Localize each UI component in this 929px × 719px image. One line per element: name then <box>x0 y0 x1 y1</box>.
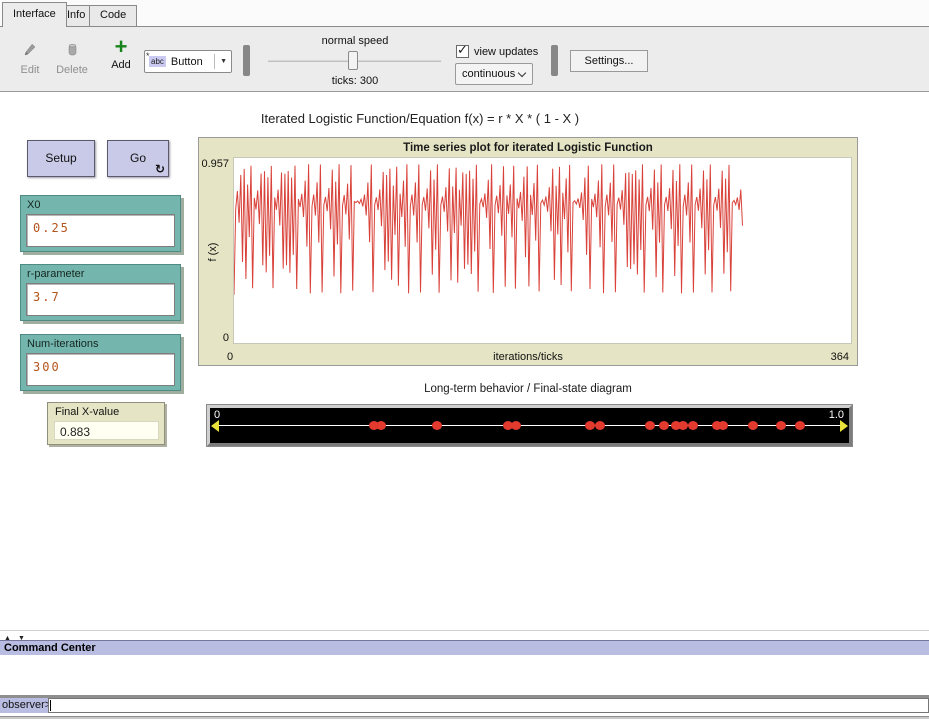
go-label: Go <box>130 151 146 165</box>
input-label: r-parameter <box>27 268 84 280</box>
attractor-dot <box>776 421 786 430</box>
forever-icon: ↻ <box>155 163 165 175</box>
attractor-dot <box>585 421 595 430</box>
delete-label: Delete <box>50 64 94 76</box>
chevron-down-icon <box>518 69 526 77</box>
attractor-dot <box>748 421 758 430</box>
final-x-monitor: Final X-value 0.883 <box>47 402 165 445</box>
x0-input[interactable]: 0.25 <box>26 214 175 247</box>
button-widget-icon: *abc <box>149 56 166 67</box>
y-axis-title: f (x) <box>207 232 219 272</box>
update-mode-value: continuous <box>462 68 515 80</box>
input-widget-x0: X0 0.25 <box>20 195 181 252</box>
tab-bar: Interface Info Code <box>0 0 929 27</box>
chevron-down-icon: ▼ <box>214 54 227 69</box>
edit-label: Edit <box>8 64 52 76</box>
speed-slider-handle[interactable] <box>348 51 358 70</box>
toolbar-separator <box>243 45 250 76</box>
attractor-dot <box>645 421 655 430</box>
widget-type-selected: Button <box>171 56 203 68</box>
monitor-label: Final X-value <box>55 406 119 418</box>
widget-type-dropdown[interactable]: *abc Button ▼ <box>144 50 232 73</box>
tab-code[interactable]: Code <box>89 5 137 27</box>
add-button[interactable]: + Add <box>99 39 143 71</box>
y-axis-max-label: 0.957 <box>199 158 229 170</box>
view-updates-label: view updates <box>474 46 538 58</box>
time-series-line <box>234 158 851 343</box>
left-arrow-icon <box>211 420 219 432</box>
attractor-dot <box>678 421 688 430</box>
command-row: observer> <box>0 698 929 713</box>
input-label: Num-iterations <box>27 338 99 350</box>
input-widget-r-parameter: r-parameter 3.7 <box>20 264 181 321</box>
command-center-resizer[interactable]: ▲ ▼ <box>0 630 929 640</box>
plus-icon: + <box>115 39 128 55</box>
pencil-icon <box>21 41 39 59</box>
plot-canvas <box>233 157 852 344</box>
monitor-value: 0.883 <box>54 421 159 440</box>
eraser-icon <box>63 41 81 59</box>
input-label: X0 <box>27 199 40 211</box>
input-widget-num-iterations: Num-iterations 300 <box>20 334 181 391</box>
axis-one-label: 1.0 <box>829 409 844 421</box>
delete-button[interactable]: Delete <box>50 41 94 76</box>
attractor-dot <box>376 421 386 430</box>
add-label: Add <box>99 59 143 71</box>
ticks-counter: ticks: 300 <box>275 75 435 87</box>
edit-button[interactable]: Edit <box>8 41 52 76</box>
attractor-dot <box>688 421 698 430</box>
num-iterations-input[interactable]: 300 <box>26 353 175 386</box>
text-caret <box>50 700 51 711</box>
right-arrow-icon <box>840 420 848 432</box>
observer-prompt-label[interactable]: observer> <box>0 698 48 713</box>
axis-zero-label: 0 <box>214 409 220 421</box>
x-axis-max-label: 364 <box>831 351 849 363</box>
plot-title: Time series plot for iterated Logistic F… <box>199 142 857 154</box>
setup-button[interactable]: Setup <box>27 140 95 177</box>
final-state-title: Long-term behavior / Final-state diagram <box>198 383 858 395</box>
attractor-dot <box>432 421 442 430</box>
view-updates-checkbox[interactable]: ✓ <box>456 45 469 58</box>
r-parameter-input[interactable]: 3.7 <box>26 283 175 316</box>
go-button[interactable]: Go ↻ <box>107 140 169 177</box>
attractor-dot <box>795 421 805 430</box>
command-input[interactable] <box>48 698 929 713</box>
checkmark-icon: ✓ <box>457 42 468 58</box>
speed-slider-label: normal speed <box>275 35 435 47</box>
update-mode-dropdown[interactable]: continuous <box>455 63 533 85</box>
settings-button[interactable]: Settings... <box>570 50 648 72</box>
attractor-dot <box>718 421 728 430</box>
time-series-plot: Time series plot for iterated Logistic F… <box>198 137 858 366</box>
netlogo-window: Interface Info Code Edit Delete + Add *a… <box>0 0 929 719</box>
y-axis-min-label: 0 <box>199 332 229 344</box>
final-state-diagram: 0 1.0 <box>207 405 852 446</box>
toolbar-separator <box>551 45 558 76</box>
x-axis-title: iterations/ticks <box>199 351 857 363</box>
toolbar: Edit Delete + Add *abc Button ▼ normal s… <box>0 27 929 92</box>
attractor-dot <box>511 421 521 430</box>
command-center-header: Command Center <box>0 640 929 655</box>
command-center-output <box>0 655 929 695</box>
tab-interface[interactable]: Interface <box>2 2 67 27</box>
model-title: Iterated Logistic Function/Equation f(x)… <box>80 111 760 126</box>
attractor-dot <box>595 421 605 430</box>
attractor-dot <box>659 421 669 430</box>
